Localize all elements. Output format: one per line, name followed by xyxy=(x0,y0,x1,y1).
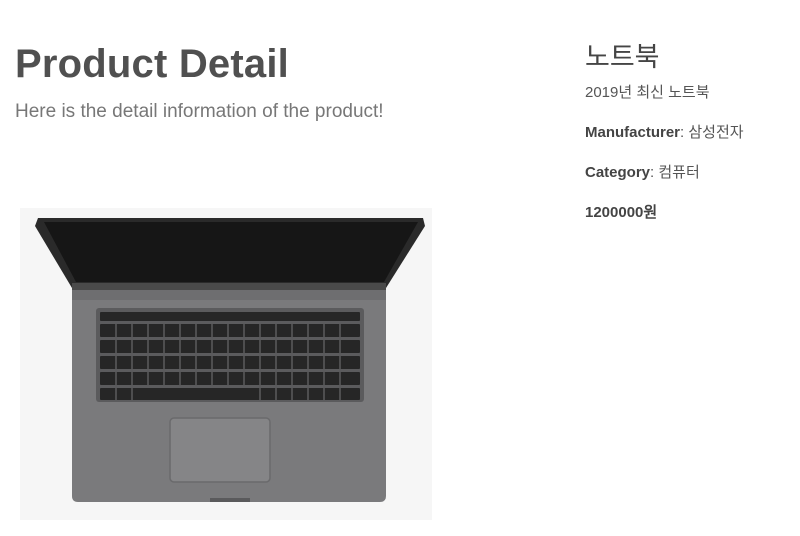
product-name: 노트북 xyxy=(585,42,660,72)
page-title: Product Detail xyxy=(15,42,289,86)
laptop-icon xyxy=(20,208,432,520)
product-info: 노트북 2019년 최신 노트북 Manufacturer: 삼성전자 Cate… xyxy=(585,40,790,224)
category-value: 컴퓨터 xyxy=(658,164,700,181)
manufacturer-value: 삼성전자 xyxy=(688,124,744,141)
product-image xyxy=(20,208,432,520)
page-subtitle: Here is the detail information of the pr… xyxy=(15,101,384,122)
manufacturer-row: Manufacturer: 삼성전자 xyxy=(585,124,744,141)
manufacturer-label: Manufacturer xyxy=(585,124,681,141)
category-label: Category xyxy=(585,164,651,181)
product-description: 2019년 최신 노트북 xyxy=(585,84,710,101)
category-row: Category: 컴퓨터 xyxy=(585,164,700,181)
product-price: 1200000원 xyxy=(585,204,658,221)
